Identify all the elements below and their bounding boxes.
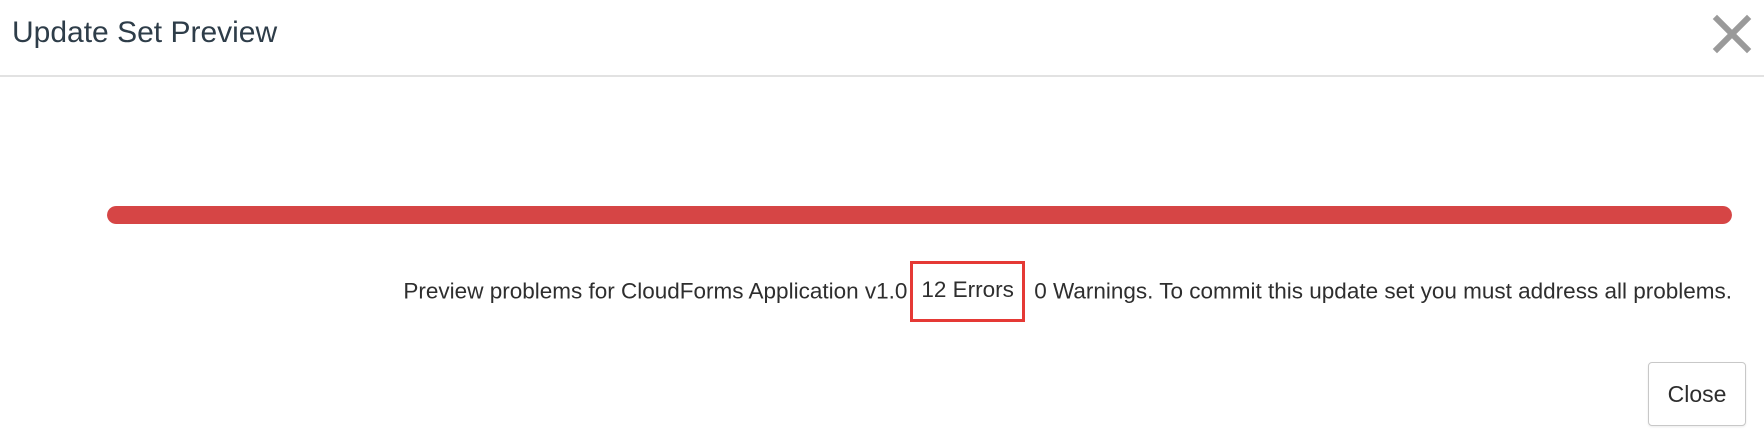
preview-problems-message: Preview problems for CloudForms Applicat… — [403, 261, 1732, 323]
update-set-preview-dialog: Update Set Preview Preview problems for … — [0, 0, 1764, 438]
close-icon[interactable] — [1712, 14, 1752, 54]
progress-bar-fill — [107, 206, 1732, 224]
dialog-header: Update Set Preview — [0, 0, 1764, 77]
message-suffix: 0 Warnings. To commit this update set yo… — [1034, 278, 1732, 304]
close-icon-graphic — [1712, 14, 1752, 54]
errors-count-highlight: 12 Errors — [910, 261, 1025, 322]
message-prefix: Preview problems for CloudForms Applicat… — [403, 278, 908, 304]
errors-count: 12 Errors — [921, 277, 1014, 302]
close-button[interactable]: Close — [1648, 362, 1746, 426]
dialog-title: Update Set Preview — [12, 16, 278, 49]
preview-progress-bar — [107, 206, 1732, 224]
